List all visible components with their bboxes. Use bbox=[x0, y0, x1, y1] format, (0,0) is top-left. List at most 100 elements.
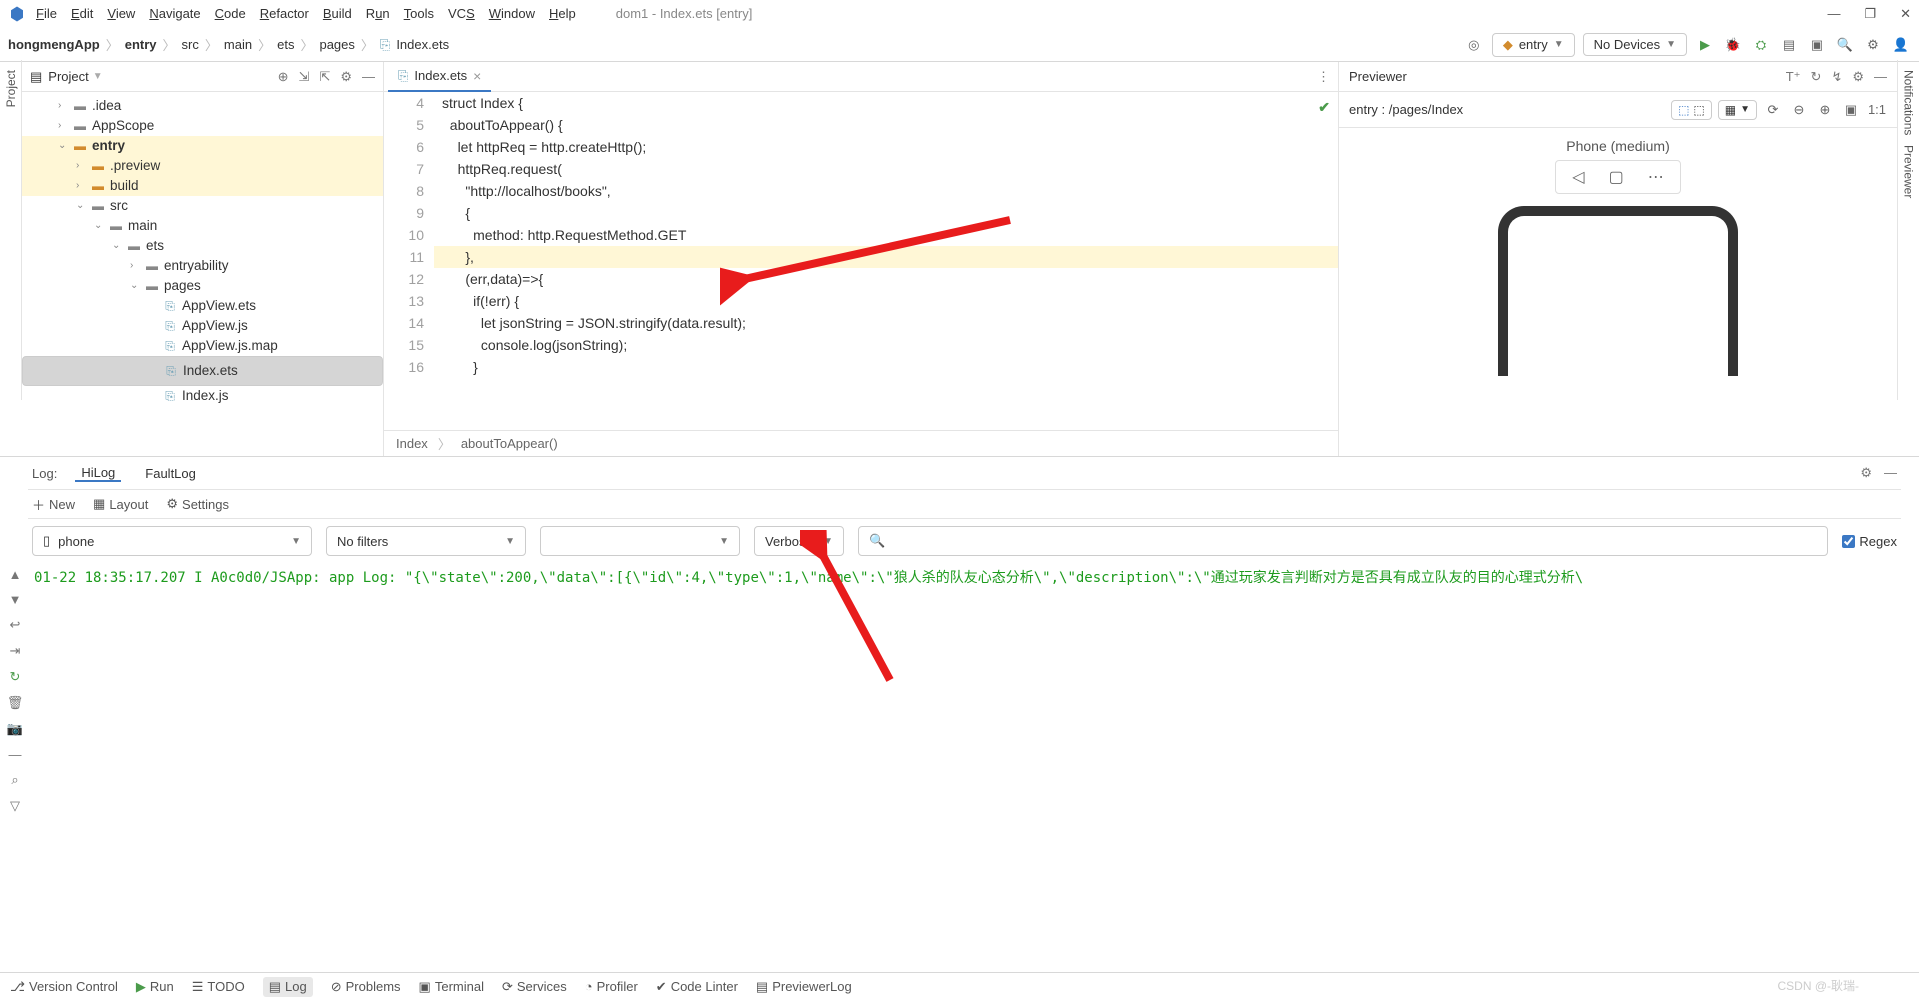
tree-node[interactable]: ⎘Index.ets bbox=[22, 356, 383, 386]
level-select[interactable]: Verbose▼ bbox=[754, 526, 844, 556]
status-problems[interactable]: ⊘Problems bbox=[331, 979, 401, 995]
scroll-down-icon[interactable]: ▼ bbox=[9, 592, 22, 607]
tab-index-ets[interactable]: ⎘ Index.ets × bbox=[388, 62, 491, 92]
expand-icon[interactable]: ⇲ bbox=[299, 69, 310, 85]
menu-run: Run bbox=[366, 6, 390, 21]
status-run[interactable]: ▶Run bbox=[136, 979, 174, 995]
tree-node[interactable]: ›▬build bbox=[22, 176, 383, 196]
ratio-label: 1:1 bbox=[1867, 100, 1887, 120]
run-icon[interactable]: ▶ bbox=[1695, 35, 1715, 55]
status-vcs[interactable]: ⎇Version Control bbox=[10, 979, 118, 995]
status-todo[interactable]: ☰TODO bbox=[192, 979, 245, 995]
regex-checkbox[interactable]: Regex bbox=[1842, 534, 1897, 549]
debug-icon[interactable]: 🐞 bbox=[1723, 35, 1743, 55]
gear-icon[interactable]: ⚙ bbox=[1852, 69, 1864, 85]
rotate-icon[interactable]: ⟳ bbox=[1763, 100, 1783, 120]
new-button[interactable]: ＋New bbox=[32, 495, 75, 514]
inspector-toggle[interactable]: ⬚⬚ bbox=[1671, 100, 1712, 120]
hide-icon[interactable]: — bbox=[1884, 465, 1897, 481]
run-config-selector[interactable]: ◆ entry▼ bbox=[1492, 33, 1575, 57]
project-tree[interactable]: ›▬.idea›▬AppScope⌄▬entry›▬.preview›▬buil… bbox=[22, 92, 383, 456]
menu-refactor: Refactor bbox=[260, 6, 309, 21]
status-log[interactable]: ▤Log bbox=[263, 977, 313, 997]
export-icon[interactable]: ⇥ bbox=[10, 643, 21, 659]
tree-node[interactable]: ›▬.idea bbox=[22, 96, 383, 116]
search-icon[interactable]: 🔍 bbox=[1835, 35, 1855, 55]
coverage-icon[interactable]: ⛭ bbox=[1751, 35, 1771, 55]
status-previewerlog[interactable]: ▤PreviewerLog bbox=[756, 979, 852, 995]
home-icon: ▢ bbox=[1609, 167, 1624, 187]
device-select[interactable]: ▯phone▼ bbox=[32, 526, 312, 556]
attach-icon[interactable]: ▣ bbox=[1807, 35, 1827, 55]
match-icon[interactable]: ⌕ bbox=[11, 772, 18, 788]
tabs-more-icon[interactable]: ⋮ bbox=[1317, 69, 1330, 85]
tree-node[interactable]: ⌄▬entry bbox=[22, 136, 383, 156]
tree-node[interactable]: ›▬.preview bbox=[22, 156, 383, 176]
tree-node[interactable]: ⌄▬ets bbox=[22, 236, 383, 256]
tree-node[interactable]: ⎘AppView.js bbox=[22, 316, 383, 336]
layout-button[interactable]: ▦Layout bbox=[93, 496, 148, 512]
tree-node[interactable]: ⎘AppView.ets bbox=[22, 296, 383, 316]
scroll-up-icon[interactable]: ▲ bbox=[9, 567, 22, 582]
menu-vcs: VCS bbox=[448, 6, 475, 21]
sidetab-previewer[interactable]: Previewer bbox=[1902, 145, 1916, 198]
minimize-icon[interactable]: — bbox=[1827, 6, 1840, 22]
tree-node[interactable]: ›▬AppScope bbox=[22, 116, 383, 136]
tab-hilog[interactable]: HiLog bbox=[75, 465, 121, 482]
gear-icon[interactable]: ⚙ bbox=[340, 69, 352, 85]
tree-node[interactable]: ⌄▬main bbox=[22, 216, 383, 236]
main-menu[interactable]: File Edit View Navigate Code Refactor Bu… bbox=[36, 6, 576, 21]
layout-mode[interactable]: ▦▼ bbox=[1718, 100, 1757, 120]
tree-node[interactable]: ⌄▬src bbox=[22, 196, 383, 216]
log-output[interactable]: 01-22 18:35:17.207 I A0c0d0/JSApp: app L… bbox=[26, 563, 1901, 833]
code-editor[interactable]: struct Index { aboutToAppear() { let htt… bbox=[434, 92, 1338, 430]
status-codelinter[interactable]: ✔Code Linter bbox=[656, 979, 738, 995]
menu-code: Code bbox=[215, 6, 246, 21]
array-select[interactable]: ▼ bbox=[540, 526, 740, 556]
zoom-out-icon[interactable]: ⊖ bbox=[1789, 100, 1809, 120]
close-tab-icon[interactable]: × bbox=[473, 68, 481, 84]
settings-icon[interactable]: ⚙ bbox=[1863, 35, 1883, 55]
account-icon[interactable]: 👤 bbox=[1891, 35, 1911, 55]
project-icon: ▤ bbox=[30, 69, 42, 85]
status-services[interactable]: ⟳Services bbox=[502, 979, 567, 995]
target-icon[interactable]: ◎ bbox=[1464, 35, 1484, 55]
photo-icon[interactable]: 📷 bbox=[7, 721, 23, 737]
tree-node[interactable]: ⌄▬pages bbox=[22, 276, 383, 296]
refresh-icon[interactable]: ↻ bbox=[1811, 69, 1822, 85]
hide-icon[interactable]: — bbox=[1874, 69, 1887, 85]
locate-icon[interactable]: ⊕ bbox=[278, 69, 289, 85]
tree-node[interactable]: ⎘Index.js bbox=[22, 386, 383, 406]
sync-icon[interactable]: ↯ bbox=[1831, 69, 1842, 85]
funnel-icon[interactable]: ▽ bbox=[10, 798, 20, 814]
status-terminal[interactable]: ▣Terminal bbox=[419, 979, 484, 995]
collapse-icon[interactable]: ⇱ bbox=[319, 69, 330, 85]
status-profiler[interactable]: ◔Profiler bbox=[585, 979, 638, 994]
tree-node[interactable]: ⎘AppView.js.map bbox=[22, 336, 383, 356]
tab-faultlog[interactable]: FaultLog bbox=[139, 466, 202, 481]
log-search-input[interactable]: 🔍 bbox=[858, 526, 1828, 556]
device-selector[interactable]: No Devices▼ bbox=[1583, 33, 1687, 56]
preview-device-label: Phone (medium) bbox=[1566, 138, 1670, 154]
menu-file: File bbox=[36, 6, 57, 21]
trash-icon[interactable]: 🗑 bbox=[7, 695, 24, 711]
editor-breadcrumb[interactable]: Index〉aboutToAppear() bbox=[384, 430, 1338, 456]
profile-icon[interactable]: ▤ bbox=[1779, 35, 1799, 55]
settings-button[interactable]: ⚙Settings bbox=[166, 496, 229, 512]
sidetab-project[interactable]: Project bbox=[4, 70, 18, 107]
filter-select[interactable]: No filters▼ bbox=[326, 526, 526, 556]
reload-icon[interactable]: ↻ bbox=[10, 669, 21, 685]
text-icon[interactable]: T⁺ bbox=[1786, 69, 1801, 85]
zoom-in-icon[interactable]: ⊕ bbox=[1815, 100, 1835, 120]
gear-icon[interactable]: ⚙ bbox=[1860, 465, 1872, 481]
window-title: dom1 - Index.ets [entry] bbox=[616, 6, 1828, 21]
screenshot-icon[interactable]: ▣ bbox=[1841, 100, 1861, 120]
preview-controls[interactable]: ◁▢⋯ bbox=[1555, 160, 1680, 194]
breadcrumb[interactable]: hongmengApp〉 entry〉 src〉 main〉 ets〉 page… bbox=[8, 35, 449, 54]
wrap-icon[interactable]: ↩ bbox=[10, 617, 21, 633]
hide-icon[interactable]: — bbox=[362, 69, 375, 85]
maximize-icon[interactable]: ❐ bbox=[1864, 6, 1876, 22]
sidetab-notifications[interactable]: Notifications bbox=[1902, 70, 1916, 135]
tree-node[interactable]: ›▬entryability bbox=[22, 256, 383, 276]
close-icon[interactable]: ✕ bbox=[1900, 6, 1911, 22]
